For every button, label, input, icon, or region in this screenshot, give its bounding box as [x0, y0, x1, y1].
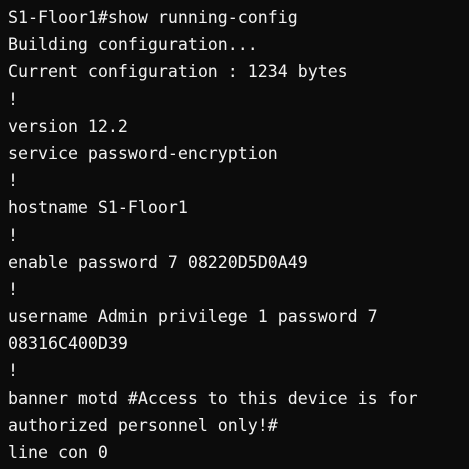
terminal-line-output: 08316C400D39 [8, 334, 128, 354]
terminal-line-separator: ! [8, 279, 18, 299]
terminal-line-prompt-command: S1-Floor1#show running-config [8, 8, 298, 27]
terminal-line-separator: ! [8, 171, 18, 191]
terminal-line-output: authorized personnel only!# [8, 415, 278, 435]
terminal-line-separator: ! [8, 361, 18, 381]
terminal-line-separator: ! [8, 89, 18, 109]
terminal-line-output: username Admin privilege 1 password 7 [8, 307, 378, 327]
terminal-line-separator: ! [8, 225, 18, 245]
terminal-line-output: version 12.2 [8, 116, 128, 136]
terminal-line-output: Current configuration : 1234 bytes [8, 62, 348, 82]
terminal-line-output: enable password 7 08220D5D0A49 [8, 252, 308, 272]
terminal-line-output: banner motd #Access to this device is fo… [8, 388, 418, 408]
terminal-line-output: hostname S1-Floor1 [8, 198, 188, 218]
terminal-line-output: service password-encryption [8, 143, 278, 163]
terminal-line-output: line con 0 [8, 443, 108, 462]
terminal-window[interactable]: S1-Floor1#show running-config Building c… [0, 0, 469, 469]
terminal-line-output: Building configuration... [8, 35, 258, 55]
